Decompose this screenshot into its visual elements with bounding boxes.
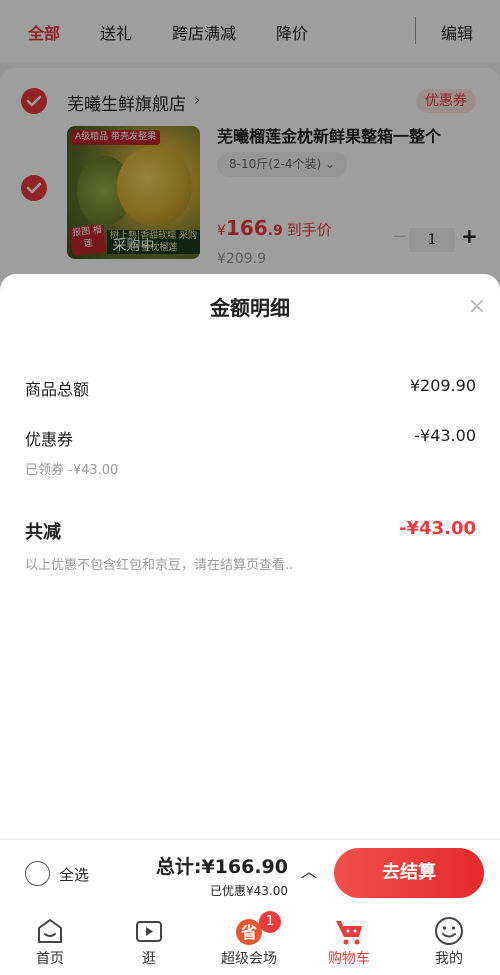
nav-label: 购物车 [328,951,370,967]
select-all-checkbox[interactable] [25,861,50,886]
bottom-nav: 首页 逛 省 1 超级会场 购物车 我的 [0,905,500,975]
profile-icon [435,917,463,945]
nav-venue[interactable]: 省 1 超级会场 [199,905,299,975]
close-icon[interactable]: × [468,294,486,319]
select-all-label[interactable]: 全选 [59,864,89,885]
nav-home[interactable]: 首页 [0,905,100,975]
nav-label: 首页 [36,951,64,967]
sheet-title: 金额明细 [210,296,290,320]
nav-browse[interactable]: 逛 [99,905,199,975]
venue-icon-char: 省 [240,923,257,942]
checkout-button[interactable]: 去结算 [334,848,484,898]
notification-badge: 1 [259,911,281,933]
coupon-sub: 已领券 -¥43.00 [25,463,119,478]
nav-label: 超级会场 [221,951,277,967]
nav-label: 我的 [435,951,463,967]
goods-total-value: ¥209.90 [409,376,476,395]
chevron-up-icon[interactable]: ︿ [301,858,317,882]
home-icon [38,919,62,943]
saved-amount: 已优惠¥43.00 [210,884,288,898]
cart-icon [336,921,362,945]
nav-profile[interactable]: 我的 [399,905,499,975]
discount-note: 以上优惠不包含红包和京豆，请在结算页查看.. [25,558,294,573]
coupon-value: -¥43.00 [414,426,476,445]
play-icon [136,921,162,942]
goods-total-label: 商品总额 [25,380,90,399]
total-reduce-label: 共减 [25,522,61,543]
nav-label: 逛 [142,951,156,967]
coupon-label: 优惠券 [25,430,74,449]
amount-detail-sheet: 金额明细 × 商品总额 ¥209.90 优惠券 -¥43.00 已领券 -¥43… [0,274,500,839]
total-reduce-value: -¥43.00 [399,518,476,539]
nav-cart[interactable]: 购物车 [299,905,399,975]
checkout-bar: 全选 总计:¥166.90 已优惠¥43.00 ︿ 去结算 [0,839,500,905]
total-amount: 总计:¥166.90 [155,856,288,878]
